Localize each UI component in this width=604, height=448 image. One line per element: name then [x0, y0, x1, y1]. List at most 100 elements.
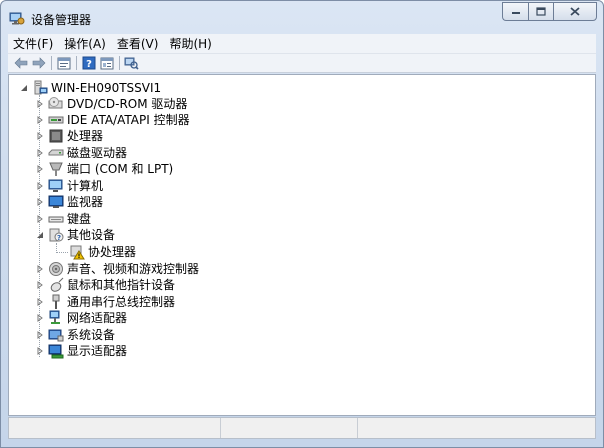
expand-triangle-icon[interactable] — [35, 100, 44, 109]
status-cell — [358, 418, 595, 438]
ide-controller-icon — [48, 112, 64, 128]
collapse-triangle-icon[interactable] — [19, 84, 28, 93]
expand-triangle-icon[interactable] — [35, 116, 44, 125]
tree-item-label: 端口 (COM 和 LPT) — [67, 162, 174, 176]
back-arrow-icon — [14, 57, 27, 69]
tree-item-dvd-cdrom[interactable]: DVD/CD-ROM 驱动器 — [35, 96, 187, 112]
network-adapter-icon — [48, 310, 64, 326]
system-devices-icon — [48, 327, 64, 343]
tree-item-network-adapter[interactable]: 网络适配器 — [35, 310, 127, 326]
svg-text:?: ? — [57, 234, 61, 242]
svg-text:?: ? — [86, 59, 92, 70]
tree-item-other-devices[interactable]: ? 其他设备 — [35, 227, 115, 243]
tree-item-label: 其他设备 — [67, 228, 116, 242]
tree-item-disk-drive[interactable]: 磁盘驱动器 — [35, 145, 127, 161]
monitor-icon — [48, 194, 64, 210]
keyboard-icon — [48, 211, 64, 227]
tree-item-label: 协处理器 — [88, 245, 137, 259]
menu-file[interactable]: 文件(F) — [8, 34, 59, 54]
maximize-icon — [536, 7, 546, 16]
tree-item-processor[interactable]: 处理器 — [35, 128, 103, 144]
tree-item-label: 键盘 — [67, 212, 92, 226]
help-button[interactable]: ? — [80, 55, 97, 71]
forward-button[interactable] — [30, 55, 47, 71]
tree-item-label: IDE ATA/ATAPI 控制器 — [67, 113, 190, 127]
tree-item-keyboard[interactable]: 键盘 — [35, 211, 91, 227]
sound-icon — [48, 261, 64, 277]
expand-triangle-icon[interactable] — [35, 331, 44, 340]
expand-triangle-icon[interactable] — [35, 314, 44, 323]
tree-item-label: DVD/CD-ROM 驱动器 — [67, 97, 188, 111]
tree-item-label: 显示适配器 — [67, 344, 128, 358]
warning-device-icon — [69, 244, 85, 260]
disk-drive-icon — [48, 145, 64, 161]
scan-hardware-button[interactable] — [123, 55, 140, 71]
view-details-icon — [100, 57, 113, 69]
close-icon — [570, 7, 580, 16]
expand-triangle-icon[interactable] — [35, 149, 44, 158]
tree-root-computer[interactable]: WIN-EH090TSSVI1 — [19, 80, 161, 96]
back-button[interactable] — [12, 55, 29, 71]
menu-view[interactable]: 查看(V) — [112, 34, 165, 54]
tree-item-label: 鼠标和其他指针设备 — [67, 278, 176, 292]
status-bar — [8, 417, 596, 439]
mouse-icon — [48, 277, 64, 293]
expand-triangle-icon[interactable] — [35, 165, 44, 174]
tree-item-ide-controller[interactable]: IDE ATA/ATAPI 控制器 — [35, 112, 190, 128]
menu-action[interactable]: 操作(A) — [59, 34, 112, 54]
tree-item-label: 监视器 — [67, 195, 104, 209]
tree-item-monitor[interactable]: 监视器 — [35, 194, 103, 210]
tree-guide-line — [56, 252, 68, 253]
tree-item-label: 磁盘驱动器 — [67, 146, 128, 160]
menu-help[interactable]: 帮助(H) — [164, 34, 217, 54]
properties-button[interactable] — [55, 55, 72, 71]
tree-item-display-adapter[interactable]: 显示适配器 — [35, 343, 127, 359]
expand-triangle-icon[interactable] — [35, 198, 44, 207]
tree-item-usb[interactable]: 通用串行总线控制器 — [35, 294, 175, 310]
tree-item-sound[interactable]: 声音、视频和游戏控制器 — [35, 261, 199, 277]
expand-triangle-icon[interactable] — [35, 298, 44, 307]
expand-triangle-icon[interactable] — [35, 347, 44, 356]
tree-item-coprocessor[interactable]: 协处理器 — [69, 244, 136, 260]
scan-hardware-icon — [124, 57, 139, 70]
tree-item-ports[interactable]: 端口 (COM 和 LPT) — [35, 161, 173, 177]
expand-triangle-icon[interactable] — [35, 182, 44, 191]
tree-item-system-devices[interactable]: 系统设备 — [35, 327, 115, 343]
tree-item-computer[interactable]: 计算机 — [35, 178, 103, 194]
expand-triangle-icon[interactable] — [35, 215, 44, 224]
tree-item-label: 网络适配器 — [67, 311, 128, 325]
tree-item-mouse[interactable]: 鼠标和其他指针设备 — [35, 277, 175, 293]
maximize-button[interactable] — [528, 2, 553, 21]
expand-triangle-icon[interactable] — [35, 132, 44, 141]
usb-icon — [48, 294, 64, 310]
toolbar-separator — [76, 56, 77, 70]
tree-item-label: 计算机 — [67, 179, 104, 193]
close-button[interactable] — [553, 2, 597, 21]
status-cell — [221, 418, 358, 438]
tree-item-label: 系统设备 — [67, 328, 116, 342]
tree-item-label: 处理器 — [67, 129, 104, 143]
view-details-button[interactable] — [98, 55, 115, 71]
properties-icon — [57, 57, 70, 69]
menu-bar: 文件(F) 操作(A) 查看(V) 帮助(H) — [8, 34, 596, 54]
display-adapter-icon — [48, 343, 64, 359]
device-manager-app-icon[interactable] — [9, 10, 25, 26]
tree-item-label: 声音、视频和游戏控制器 — [67, 262, 200, 276]
toolbar: ? — [8, 54, 596, 73]
dvd-drive-icon — [48, 96, 64, 112]
minimize-button[interactable] — [502, 2, 528, 21]
caption-buttons — [502, 2, 597, 22]
toolbar-separator — [119, 56, 120, 70]
expand-triangle-icon[interactable] — [35, 281, 44, 290]
other-devices-icon: ? — [48, 227, 64, 243]
device-manager-window: 设备管理器 文件(F) 操作(A) 查看(V) 帮助(H) ? WIN-EH09… — [0, 0, 604, 448]
minimize-icon — [511, 11, 520, 14]
device-tree-panel[interactable]: WIN-EH090TSSVI1 DVD/CD-ROM 驱动器 IDE ATA/A… — [8, 74, 596, 416]
port-icon — [48, 161, 64, 177]
title-bar[interactable]: 设备管理器 — [1, 1, 603, 34]
help-icon: ? — [82, 56, 95, 70]
computer-icon — [48, 178, 64, 194]
collapse-triangle-icon[interactable] — [35, 231, 44, 240]
window-title: 设备管理器 — [31, 13, 92, 27]
expand-triangle-icon[interactable] — [35, 265, 44, 274]
